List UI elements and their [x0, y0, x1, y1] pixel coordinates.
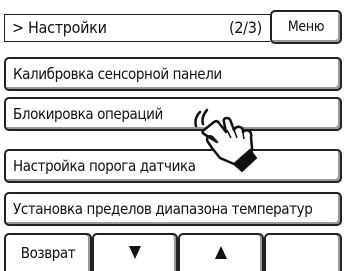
menu-button[interactable]: Меню [270, 10, 342, 44]
header: > Настройки (2/3) Меню [0, 0, 346, 44]
temperature-range-limits-button[interactable]: Установка пределов диапазона температур [4, 192, 342, 226]
page-up-button[interactable] [178, 233, 264, 271]
back-button[interactable]: Возврат [4, 233, 92, 271]
hand-pointer-icon [194, 108, 258, 172]
page-indicator: (2/3) [229, 18, 262, 37]
empty-button [264, 233, 342, 271]
touch-panel-calibration-button[interactable]: Калибровка сенсорной панели [4, 57, 342, 91]
triangle-down-icon [129, 245, 141, 259]
page-title: > Настройки [12, 18, 107, 37]
page-down-button[interactable] [92, 233, 178, 271]
operation-lock-button[interactable]: Блокировка операций [4, 97, 342, 131]
settings-screen: > Настройки (2/3) Меню Калибровка сенсор… [0, 0, 346, 271]
sensor-threshold-button[interactable]: Настройка порога датчика [4, 149, 342, 183]
triangle-up-icon [215, 245, 227, 259]
footer-bar: Возврат [0, 233, 346, 271]
